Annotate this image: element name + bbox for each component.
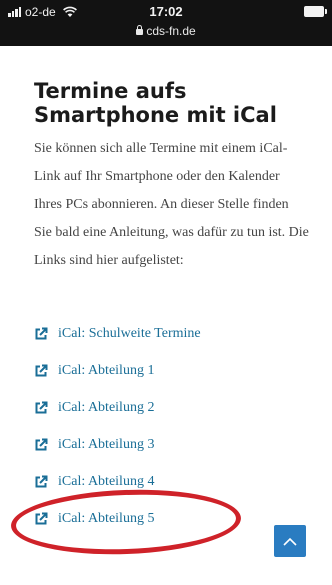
ical-link-abteilung-1[interactable]: iCal: Abteilung 1 bbox=[58, 362, 154, 380]
url-text: cds-fn.de bbox=[146, 24, 196, 38]
ical-link-abteilung-4[interactable]: iCal: Abteilung 4 bbox=[58, 473, 154, 491]
list-item: iCal: Abteilung 3 bbox=[34, 436, 201, 473]
external-link-icon bbox=[35, 512, 48, 525]
ical-link-abteilung-2[interactable]: iCal: Abteilung 2 bbox=[58, 399, 154, 417]
ical-link-abteilung-5[interactable]: iCal: Abteilung 5 bbox=[58, 510, 154, 528]
status-bar: o2-de 17:02 cds-fn.de bbox=[0, 0, 332, 46]
list-item: iCal: Abteilung 1 bbox=[34, 362, 201, 399]
external-link-icon bbox=[35, 364, 48, 377]
ical-link-abteilung-3[interactable]: iCal: Abteilung 3 bbox=[58, 436, 154, 454]
address-bar[interactable]: cds-fn.de bbox=[0, 24, 332, 38]
list-item: iCal: Schulweite Termine bbox=[34, 325, 201, 362]
ical-link-schulweite-termine[interactable]: iCal: Schulweite Termine bbox=[58, 325, 201, 343]
scroll-to-top-button[interactable] bbox=[274, 525, 306, 557]
external-link-icon bbox=[35, 327, 48, 340]
external-link-icon bbox=[35, 401, 48, 414]
list-item: iCal: Abteilung 2 bbox=[34, 399, 201, 436]
external-link-icon bbox=[35, 475, 48, 488]
lock-icon bbox=[136, 25, 144, 35]
battery-icon bbox=[304, 6, 327, 17]
list-item: iCal: Abteilung 5 bbox=[34, 510, 201, 547]
chevron-up-icon bbox=[283, 537, 297, 546]
external-link-icon bbox=[35, 438, 48, 451]
intro-text: Sie können sich alle Termine mit einem i… bbox=[34, 141, 309, 268]
clock: 17:02 bbox=[149, 4, 183, 19]
ical-link-list: iCal: Schulweite Termine iCal: Abteilung… bbox=[34, 325, 201, 547]
list-item: iCal: Abteilung 4 bbox=[34, 473, 201, 510]
page-title: Termine aufs Smartphone mit iCal bbox=[34, 79, 277, 127]
